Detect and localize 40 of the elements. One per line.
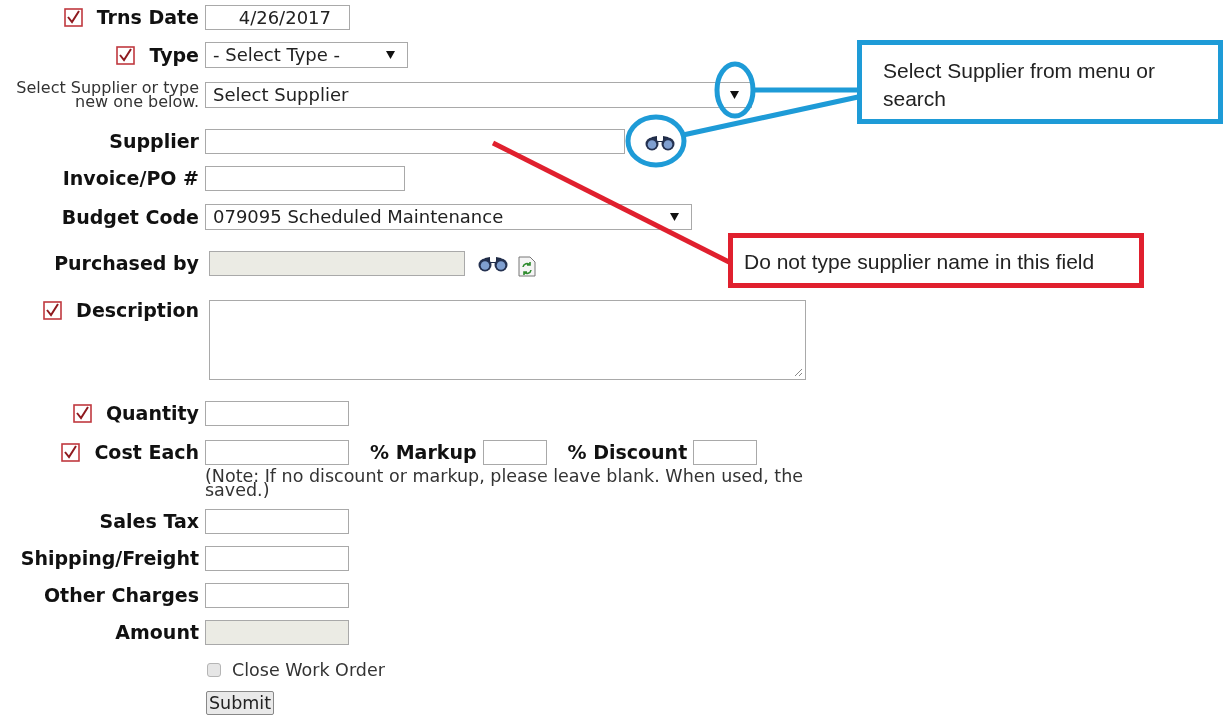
resize-grip-icon[interactable]	[794, 368, 803, 377]
field-label: Shipping/Freight	[20, 549, 199, 568]
field-label: Other Charges	[43, 586, 199, 605]
field-label: Select Supplier or type new one below.	[15, 81, 199, 109]
text-field[interactable]	[205, 509, 349, 534]
field-label: Purchased by	[54, 253, 199, 273]
dropdown[interactable]: - Select Type -	[205, 42, 408, 68]
callout-text: Select Supplier from menu or search	[883, 58, 1156, 112]
caret-icon	[670, 213, 679, 221]
field-label: Description	[76, 301, 199, 320]
text-field[interactable]	[693, 440, 758, 465]
checkbox-label: Close Work Order	[232, 659, 385, 682]
dropdown[interactable]: 079095 Scheduled Maintenance	[205, 204, 692, 230]
field-label: Amount	[115, 623, 199, 642]
text-field[interactable]	[482, 440, 547, 465]
text-field[interactable]	[205, 440, 349, 465]
caret-icon	[386, 51, 395, 59]
field-label: Sales Tax	[99, 512, 199, 531]
callout-text: Do not type supplier name in this field	[744, 249, 1096, 275]
field-label: Budget Code	[61, 207, 199, 227]
text-field[interactable]	[205, 583, 349, 608]
checkbox[interactable]	[207, 663, 221, 678]
field-label: Supplier	[109, 132, 199, 151]
text-field[interactable]	[205, 546, 349, 571]
field-label: Trns Date	[96, 8, 199, 27]
caret-icon	[730, 91, 739, 99]
field-label: Cost Each	[94, 443, 199, 462]
text-field[interactable]	[205, 401, 349, 426]
field-label: Quantity	[105, 404, 199, 423]
text-field[interactable]	[205, 166, 405, 191]
text-field[interactable]: 4/26/2017	[205, 5, 350, 30]
description-textarea[interactable]	[209, 300, 806, 380]
field-label: % Markup	[370, 443, 477, 462]
text-field[interactable]	[205, 129, 625, 154]
dropdown[interactable]: Select Supplier	[205, 82, 752, 108]
field-label: Invoice/PO #	[62, 169, 199, 188]
submit-button[interactable]: Submit	[206, 691, 275, 716]
field-label: Type	[149, 45, 199, 65]
note-text: (Note: If no discount or markup, please leave blank. When used, the saved.)	[205, 469, 805, 497]
field-label: % Discount	[567, 443, 688, 462]
